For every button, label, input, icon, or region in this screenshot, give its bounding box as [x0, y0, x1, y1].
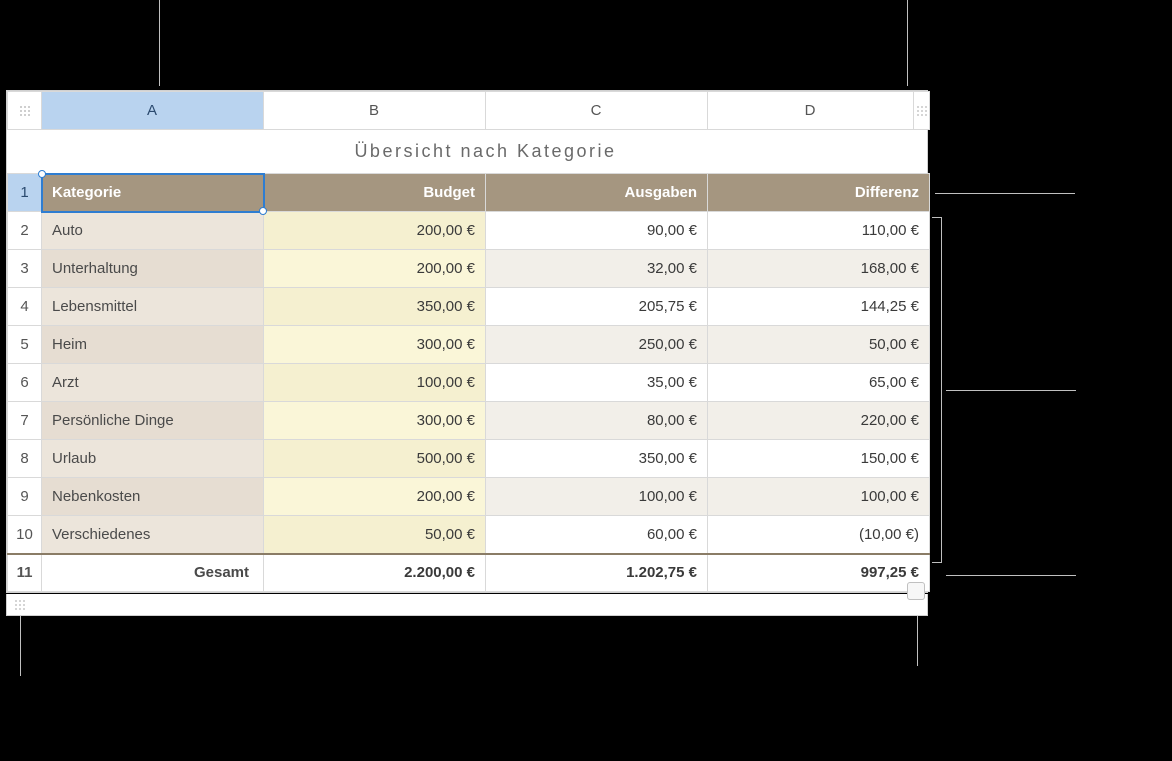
cell[interactable]: 200,00 €: [264, 250, 486, 288]
column-header-row: A B C D: [8, 92, 930, 130]
row-header-1[interactable]: 1: [8, 174, 42, 212]
callout-bracket: [932, 217, 942, 563]
cell[interactable]: 300,00 €: [264, 326, 486, 364]
cell[interactable]: 50,00 €: [264, 516, 486, 554]
table-title-row: Übersicht nach Kategorie: [8, 130, 930, 174]
table-row: 9 Nebenkosten 200,00 € 100,00 € 100,00 €: [8, 478, 930, 516]
cell[interactable]: Nebenkosten: [42, 478, 264, 516]
selection-handle-icon[interactable]: [259, 207, 267, 215]
row-header-2[interactable]: 2: [8, 212, 42, 250]
cell[interactable]: 250,00 €: [486, 326, 708, 364]
callout-line: [20, 616, 21, 676]
cell[interactable]: 200,00 €: [264, 212, 486, 250]
row-header-3[interactable]: 3: [8, 250, 42, 288]
spreadsheet-table[interactable]: A B C D Übersicht nach Kategorie 1: [6, 90, 928, 593]
cell-B1[interactable]: Budget: [264, 174, 486, 212]
cell[interactable]: Urlaub: [42, 440, 264, 478]
callout-line: [159, 0, 160, 86]
column-header-C[interactable]: C: [486, 92, 708, 130]
cell[interactable]: 60,00 €: [486, 516, 708, 554]
table-header-row: 1 Kategorie Budget Ausgaben Differenz: [8, 174, 930, 212]
add-column-handle[interactable]: [914, 92, 930, 130]
cell[interactable]: Verschiedenes: [42, 516, 264, 554]
table-row: 2 Auto 200,00 € 90,00 € 110,00 €: [8, 212, 930, 250]
cell[interactable]: 80,00 €: [486, 402, 708, 440]
cell[interactable]: 90,00 €: [486, 212, 708, 250]
cell[interactable]: 144,25 €: [708, 288, 930, 326]
column-header-B[interactable]: B: [264, 92, 486, 130]
cell[interactable]: 168,00 €: [708, 250, 930, 288]
callout-line: [946, 390, 1076, 391]
cell[interactable]: Heim: [42, 326, 264, 364]
cell[interactable]: 200,00 €: [264, 478, 486, 516]
cell[interactable]: 100,00 €: [708, 478, 930, 516]
table-title[interactable]: Übersicht nach Kategorie: [42, 130, 930, 174]
cell[interactable]: 32,00 €: [486, 250, 708, 288]
cell[interactable]: (10,00 €): [708, 516, 930, 554]
table-row: 7 Persönliche Dinge 300,00 € 80,00 € 220…: [8, 402, 930, 440]
cell[interactable]: 100,00 €: [264, 364, 486, 402]
add-row-handle[interactable]: [15, 600, 25, 610]
row-header-7[interactable]: 7: [8, 402, 42, 440]
row-header-4[interactable]: 4: [8, 288, 42, 326]
callout-line: [935, 193, 1075, 194]
cell[interactable]: 350,00 €: [264, 288, 486, 326]
cell-C1[interactable]: Ausgaben: [486, 174, 708, 212]
table-resize-handle[interactable]: [907, 582, 925, 600]
cell-D1[interactable]: Differenz: [708, 174, 930, 212]
cell[interactable]: 205,75 €: [486, 288, 708, 326]
table-row: 5 Heim 300,00 € 250,00 € 50,00 €: [8, 326, 930, 364]
cell[interactable]: Auto: [42, 212, 264, 250]
row-header-5[interactable]: 5: [8, 326, 42, 364]
callout-line: [946, 575, 1076, 576]
cell[interactable]: Persönliche Dinge: [42, 402, 264, 440]
row-header-9[interactable]: 9: [8, 478, 42, 516]
drag-handle-icon: [917, 106, 927, 116]
cell-total-spent[interactable]: 1.202,75 €: [486, 554, 708, 592]
cell-total-label[interactable]: Gesamt: [42, 554, 264, 592]
selection-handle-icon[interactable]: [38, 170, 46, 178]
column-header-A[interactable]: A: [42, 92, 264, 130]
cell-total-diff[interactable]: 997,25 €: [708, 554, 930, 592]
cell[interactable]: 65,00 €: [708, 364, 930, 402]
cell[interactable]: 350,00 €: [486, 440, 708, 478]
drag-handle-icon: [20, 106, 30, 116]
cell-A1[interactable]: Kategorie: [42, 174, 264, 212]
row-header-title[interactable]: [8, 130, 42, 174]
table-row: 6 Arzt 100,00 € 35,00 € 65,00 €: [8, 364, 930, 402]
callout-line: [907, 0, 908, 86]
column-header-D[interactable]: D: [708, 92, 914, 130]
row-header-10[interactable]: 10: [8, 516, 42, 554]
cell[interactable]: 50,00 €: [708, 326, 930, 364]
table-footer-strip: [6, 594, 928, 616]
cell[interactable]: 220,00 €: [708, 402, 930, 440]
table-footer-row: 11 Gesamt 2.200,00 € 1.202,75 € 997,25 €: [8, 554, 930, 592]
header-label: Kategorie: [52, 184, 121, 201]
cell[interactable]: 500,00 €: [264, 440, 486, 478]
cell-total-budget[interactable]: 2.200,00 €: [264, 554, 486, 592]
cell[interactable]: 110,00 €: [708, 212, 930, 250]
table-row: 3 Unterhaltung 200,00 € 32,00 € 168,00 €: [8, 250, 930, 288]
table-row: 4 Lebensmittel 350,00 € 205,75 € 144,25 …: [8, 288, 930, 326]
cell[interactable]: 150,00 €: [708, 440, 930, 478]
row-header-6[interactable]: 6: [8, 364, 42, 402]
row-header-8[interactable]: 8: [8, 440, 42, 478]
cell[interactable]: Lebensmittel: [42, 288, 264, 326]
table-corner-handle[interactable]: [8, 92, 42, 130]
row-header-11[interactable]: 11: [8, 554, 42, 592]
cell[interactable]: 100,00 €: [486, 478, 708, 516]
cell[interactable]: Unterhaltung: [42, 250, 264, 288]
table-row: 8 Urlaub 500,00 € 350,00 € 150,00 €: [8, 440, 930, 478]
cell[interactable]: Arzt: [42, 364, 264, 402]
cell[interactable]: 300,00 €: [264, 402, 486, 440]
cell[interactable]: 35,00 €: [486, 364, 708, 402]
table-row: 10 Verschiedenes 50,00 € 60,00 € (10,00 …: [8, 516, 930, 554]
